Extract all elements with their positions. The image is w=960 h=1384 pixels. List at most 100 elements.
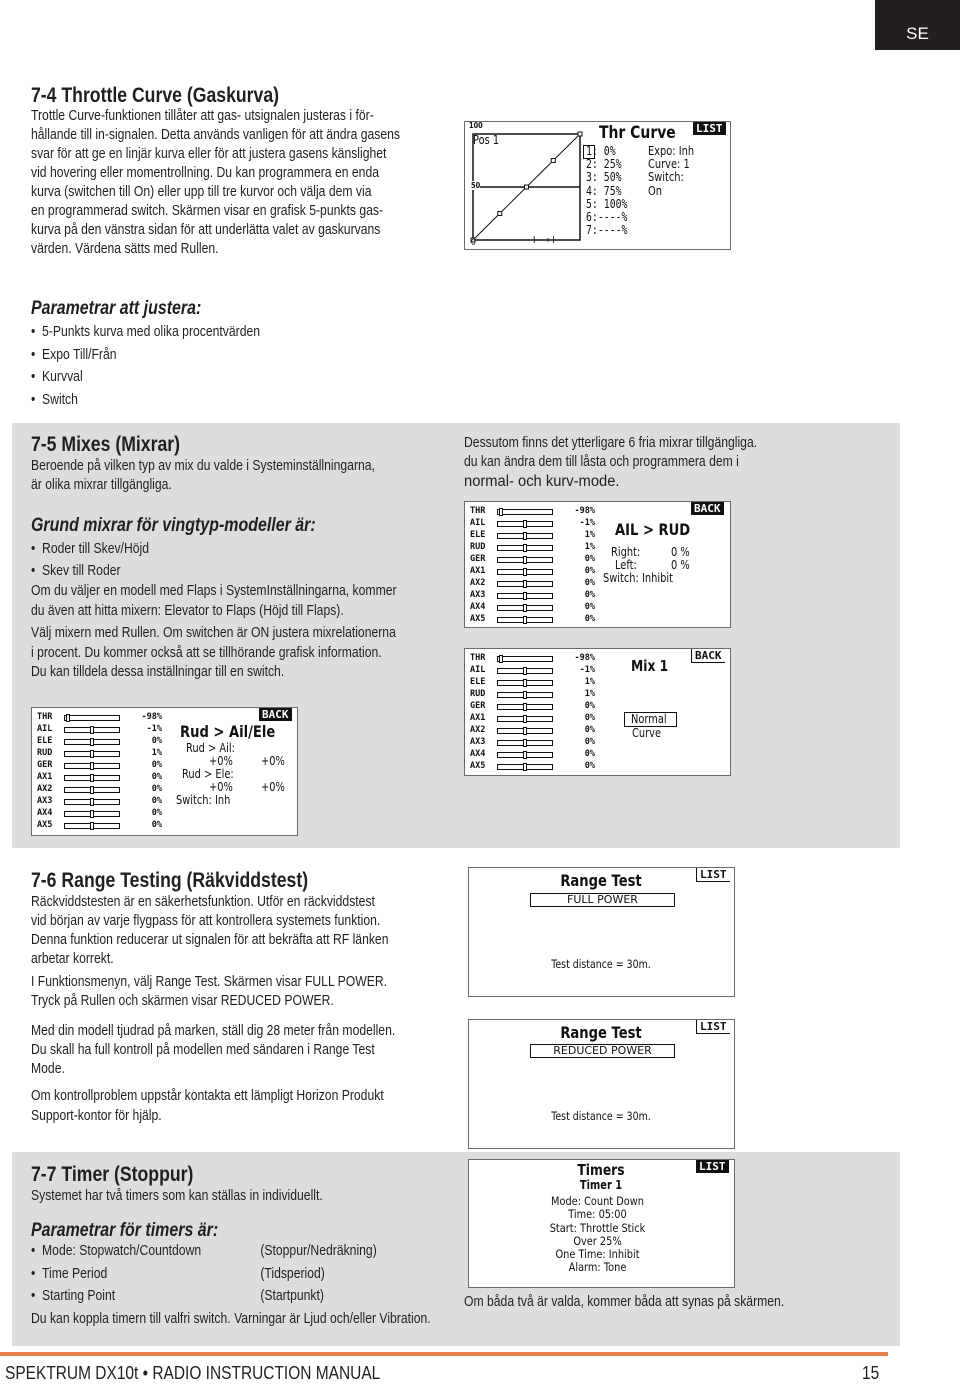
- back-button[interactable]: BACK: [691, 649, 725, 663]
- channel-row: ELE 0%: [37, 736, 162, 748]
- channel-bar: [497, 739, 553, 747]
- channel-bar: [497, 703, 553, 711]
- arrow-icon: I ⟶ I: [533, 235, 555, 246]
- y-label-0: 0: [471, 238, 476, 248]
- channel-value: 0%: [151, 784, 162, 794]
- text-line: värden. Värdena sätts med Rullen.: [31, 241, 219, 257]
- channel-marker: [523, 751, 527, 759]
- section-7-6-heading: 7-6 Range Testing (Räkviddstest): [31, 869, 309, 892]
- channel-row: AX4 0%: [37, 808, 162, 820]
- curve-option[interactable]: Curve: [632, 726, 661, 740]
- channel-row: ELE 1%: [470, 677, 595, 689]
- text-line: Beroende på vilken typ av mix du valde i…: [31, 458, 375, 474]
- channel-row: THR -98%: [470, 506, 595, 518]
- back-button[interactable]: BACK: [691, 502, 724, 515]
- channel-value: 0%: [584, 737, 595, 747]
- channel-marker: [523, 568, 527, 576]
- text-line: 4: 75%: [586, 183, 622, 198]
- list-button[interactable]: LIST: [696, 1160, 729, 1173]
- basic-mixes-list: Roder till Skev/HöjdSkev till Roder: [31, 538, 149, 582]
- channel-value: 1%: [584, 689, 595, 699]
- channel-bar: [64, 714, 120, 722]
- normal-option[interactable]: Normal: [631, 712, 667, 726]
- channel-value: 0%: [584, 566, 595, 576]
- screen-title: Range Test: [560, 1023, 642, 1042]
- channel-label: RUD: [470, 689, 486, 699]
- channel-marker: [90, 750, 95, 758]
- rud-ail-value-2[interactable]: +0%: [261, 754, 285, 768]
- timer-param-item: • Starting Point (Startpunkt): [31, 1285, 324, 1307]
- rud-ele-label: Rud > Ele:: [182, 767, 234, 781]
- timer-outro: Du kan koppla timern till valfri switch.…: [31, 1311, 431, 1327]
- channel-label: THR: [37, 712, 53, 722]
- mix1-screen: THR -98% AIL -1% ELE 1% RUD 1% GER 0% AX1 0% A…: [464, 648, 731, 776]
- param-translation: (Startpunkt): [260, 1288, 324, 1304]
- channel-bar: [64, 762, 120, 770]
- rud-ail-value-1[interactable]: +0%: [209, 754, 233, 768]
- channel-bar: [497, 751, 553, 759]
- list-button[interactable]: LIST: [696, 868, 730, 882]
- left-value[interactable]: 0 %: [671, 558, 690, 572]
- y-label-50: 50: [471, 181, 481, 190]
- channel-row: AX5 0%: [470, 761, 595, 773]
- right-value[interactable]: 0 %: [671, 545, 690, 559]
- power-mode-box[interactable]: FULL POWER: [530, 893, 675, 907]
- text-line: On: [648, 183, 662, 198]
- text-line: hållande till in-signalen. Detta används…: [31, 127, 401, 143]
- bullet: •: [31, 1265, 43, 1282]
- power-mode-box[interactable]: REDUCED POWER: [530, 1044, 675, 1058]
- list-button[interactable]: LIST: [693, 122, 726, 135]
- channel-label: RUD: [470, 542, 486, 552]
- channel-label: AIL: [37, 724, 53, 734]
- y-label-100: 100: [469, 121, 483, 130]
- channel-row: AIL -1%: [470, 518, 595, 530]
- switch-setting[interactable]: Switch: Inh: [176, 793, 230, 807]
- channel-row: GER 0%: [470, 554, 595, 566]
- rud-ele-value-2[interactable]: +0%: [261, 780, 285, 794]
- channel-value: 0%: [584, 701, 595, 711]
- channel-row: AIL -1%: [470, 665, 595, 677]
- channel-marker: [90, 810, 94, 818]
- channel-value: 0%: [584, 614, 595, 624]
- channel-bar: [497, 715, 553, 723]
- section-7-7-heading: 7-7 Timer (Stoppur): [31, 1163, 194, 1186]
- channel-row: AX2 0%: [470, 725, 595, 737]
- param-translation: (Stoppur/Nedräkning): [260, 1243, 377, 1259]
- channel-label: AX4: [470, 602, 486, 612]
- param-name: Starting Point: [42, 1288, 116, 1304]
- channel-bar: [64, 774, 120, 782]
- test-distance: Test distance = 30m.: [551, 957, 651, 971]
- channel-row: AX4 0%: [470, 749, 595, 761]
- text-line: Om kontrollproblem uppstår kontakta ett …: [31, 1088, 384, 1104]
- channel-bar: [497, 568, 553, 576]
- channel-value: 0%: [151, 760, 162, 770]
- channel-row: AX5 0%: [470, 614, 595, 626]
- back-button[interactable]: BACK: [259, 708, 292, 721]
- channel-bar: [497, 556, 553, 564]
- bullet: •: [31, 1288, 43, 1304]
- channel-marker: [523, 532, 528, 540]
- param-name: Time Period: [42, 1265, 108, 1282]
- channel-row: AIL -1%: [37, 724, 162, 736]
- channel-value: 0%: [584, 590, 595, 600]
- channel-value: 0%: [151, 820, 162, 830]
- channel-bar: [497, 616, 553, 624]
- text-line: Med din modell tjudrad på marken, ställ …: [31, 1023, 396, 1039]
- channel-value: 0%: [151, 808, 162, 818]
- curve-point: [497, 211, 503, 216]
- list-button[interactable]: LIST: [696, 1020, 730, 1034]
- channel-row: RUD 1%: [37, 748, 162, 760]
- switch-setting[interactable]: Switch: Inhibit: [603, 571, 673, 585]
- channel-marker: [523, 691, 528, 699]
- channel-row: ELE 1%: [470, 530, 595, 542]
- text-line: Support-kontor för hjälp.: [31, 1107, 162, 1124]
- channel-label: AIL: [470, 665, 486, 675]
- rud-ele-value-1[interactable]: +0%: [209, 780, 233, 794]
- bullet: •: [31, 1243, 43, 1259]
- channel-value: 0%: [584, 602, 595, 612]
- range-test-text-2: I Funktionsmenyn, välj Range Test. Skärm…: [31, 973, 387, 1011]
- ail-rud-screen: THR -98% AIL -1% ELE 1% RUD 1% GER 0% AX1 0% A…: [464, 501, 731, 628]
- channel-value: -98%: [574, 506, 595, 516]
- curve-point: [577, 131, 583, 137]
- extra-mixes-modes: normal- och kurv-mode.: [464, 473, 620, 490]
